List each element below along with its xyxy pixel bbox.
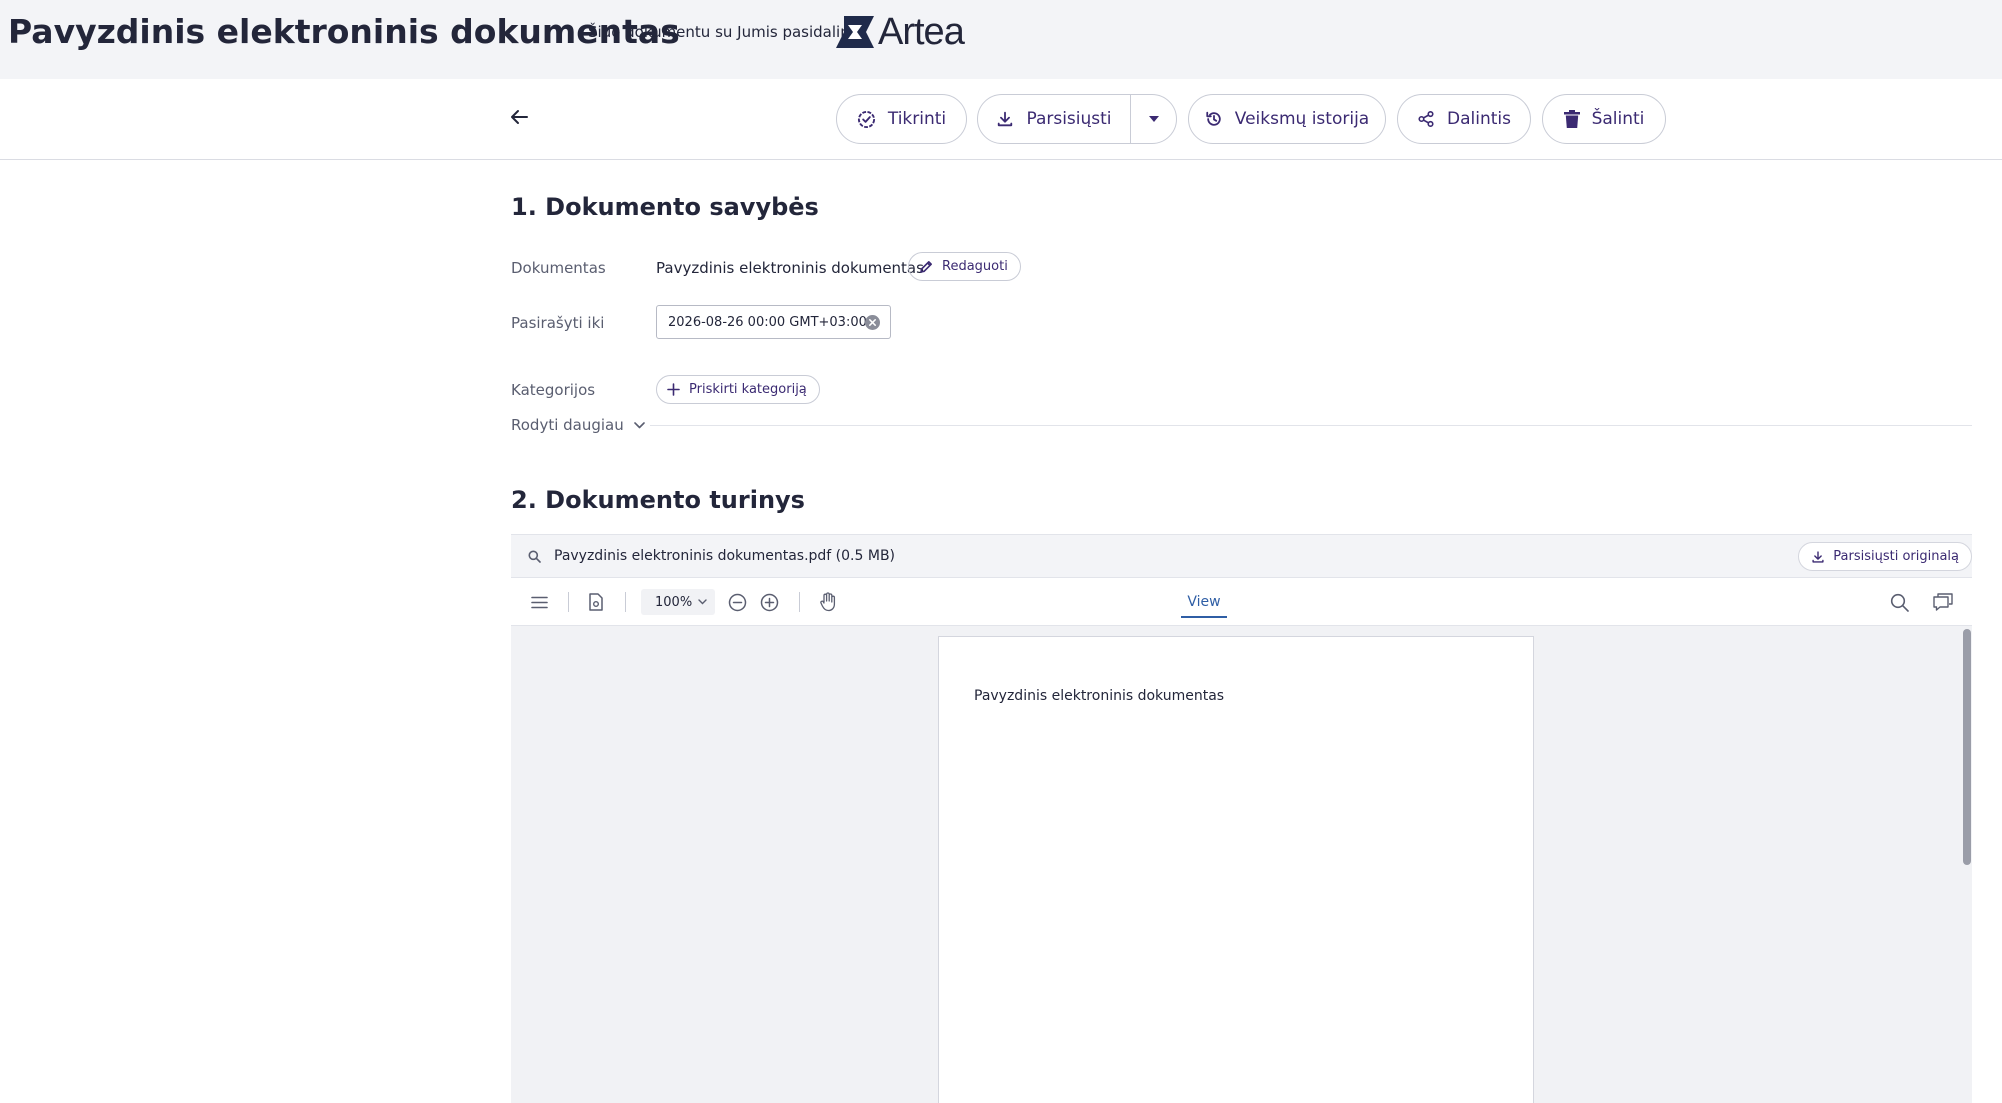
history-button[interactable]: Veiksmų istorija [1188, 94, 1386, 144]
verify-button[interactable]: Tikrinti [836, 94, 967, 144]
search-document-button[interactable] [1889, 592, 1909, 612]
delete-button[interactable]: Šalinti [1542, 94, 1666, 144]
show-more-toggle[interactable]: Rodyti daugiau [511, 416, 645, 434]
clear-date-button[interactable] [865, 315, 880, 330]
assign-category-button[interactable]: Priskirti kategoriją [656, 375, 820, 404]
show-more-label: Rodyti daugiau [511, 416, 624, 434]
artea-logo: Artea [836, 11, 965, 53]
share-icon [1418, 110, 1434, 128]
caret-down-icon [1148, 116, 1159, 122]
delete-label: Šalinti [1591, 109, 1645, 129]
comments-icon [1933, 593, 1953, 611]
toolbar-separator [568, 592, 569, 612]
zoom-in-icon [760, 593, 778, 611]
zoom-out-icon [728, 593, 746, 611]
download-label: Parsisiųsti [1026, 109, 1112, 129]
download-icon [1812, 550, 1824, 563]
download-original-label: Parsisiųsti originalą [1833, 549, 1959, 564]
verify-label: Tikrinti [887, 109, 947, 129]
toolbar-separator [799, 592, 800, 612]
plus-icon [667, 383, 680, 396]
download-button[interactable]: Parsisiųsti [978, 95, 1131, 143]
sign-until-value: 2026-08-26 00:00 GMT+03:00 [668, 314, 867, 330]
pdf-scrollbar[interactable] [1963, 629, 1971, 865]
document-value: Pavyzdinis elektroninis dokumentas [656, 259, 924, 277]
pdf-viewer-toolbar: 100% View [511, 578, 1972, 626]
tab-view[interactable]: View [1181, 578, 1227, 626]
comments-button[interactable] [1933, 592, 1953, 612]
badge-check-icon [857, 110, 875, 128]
file-bar: Pavyzdinis elektroninis dokumentas.pdf (… [511, 534, 1972, 578]
file-name: Pavyzdinis elektroninis dokumentas.pdf (… [554, 548, 896, 564]
hand-icon [820, 592, 836, 612]
download-options-button[interactable] [1131, 95, 1176, 143]
shared-by-text: Šiuo dokumentu su Jumis pasidalino [588, 23, 859, 41]
sign-until-label: Pasirašyti iki [511, 314, 605, 332]
section-divider [650, 425, 1972, 426]
sign-until-date-field[interactable]: 2026-08-26 00:00 GMT+03:00 [656, 305, 891, 339]
toolbar-separator [625, 592, 626, 612]
pencil-icon [920, 260, 932, 273]
download-original-button[interactable]: Parsisiųsti originalą [1798, 542, 1972, 571]
close-icon [869, 319, 876, 326]
action-toolbar: Tikrinti Parsisiųsti Veiksmų istorija Da… [0, 79, 2002, 160]
zoom-out-button[interactable] [727, 592, 747, 612]
assign-category-label: Priskirti kategoriją [689, 382, 807, 397]
chevron-down-icon [633, 421, 645, 428]
search-icon [1890, 593, 1909, 612]
history-icon [1206, 111, 1221, 126]
pdf-page: Pavyzdinis elektroninis dokumentas [938, 636, 1534, 1103]
zoom-value: 100% [655, 594, 693, 610]
edit-label: Redaguoti [942, 259, 1008, 274]
document-label: Dokumentas [511, 259, 606, 277]
page-title: Pavyzdinis elektroninis dokumentas [8, 12, 680, 51]
back-button[interactable] [506, 104, 532, 130]
download-split-button: Parsisiųsti [977, 94, 1177, 144]
section-properties-title: 1. Dokumento savybės [511, 193, 819, 221]
search-icon [528, 550, 541, 563]
trash-icon [1563, 110, 1580, 128]
logo-text: Artea [878, 11, 965, 53]
page-fit-button[interactable] [586, 592, 606, 612]
zoom-select[interactable]: 100% [641, 589, 715, 615]
chevron-down-icon [698, 599, 707, 605]
pdf-page-text: Pavyzdinis elektroninis dokumentas [974, 688, 1225, 704]
arrow-left-icon [511, 110, 528, 124]
menu-button[interactable] [529, 592, 549, 612]
pan-tool-button[interactable] [818, 592, 838, 612]
pdf-viewer[interactable]: Pavyzdinis elektroninis dokumentas [511, 626, 1972, 1103]
categories-label: Kategorijos [511, 381, 596, 399]
zoom-in-button[interactable] [759, 592, 779, 612]
share-label: Dalintis [1447, 109, 1511, 129]
artea-logo-icon [836, 16, 874, 48]
download-icon [998, 111, 1013, 127]
page-header: Pavyzdinis elektroninis dokumentas Šiuo … [0, 0, 2002, 79]
share-button[interactable]: Dalintis [1397, 94, 1531, 144]
page-settings-icon [589, 593, 603, 611]
section-content-title: 2. Dokumento turinys [511, 486, 805, 514]
menu-icon [530, 596, 548, 608]
history-label: Veiksmų istorija [1234, 109, 1370, 129]
edit-button[interactable]: Redaguoti [908, 252, 1021, 281]
